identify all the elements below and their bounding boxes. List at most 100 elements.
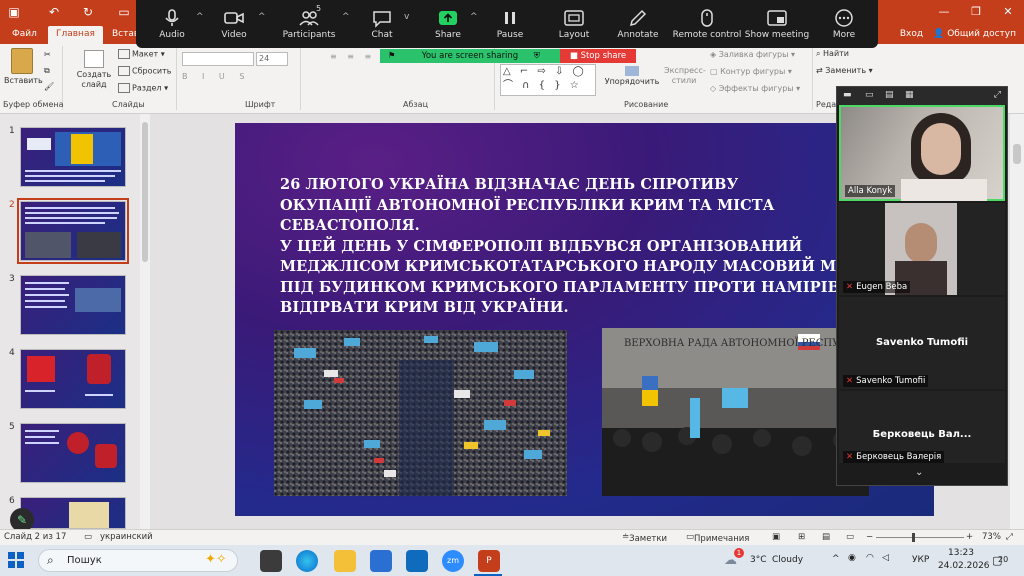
reset-button[interactable]: Сбросить [118,66,171,76]
editor-scrollbar[interactable] [1010,114,1024,529]
font-format-buttons[interactable]: B I U S [182,72,250,81]
pause-button[interactable]: Pause [488,0,532,48]
redo-icon[interactable]: ↻ [80,4,96,20]
slide-thumbnail-6[interactable] [20,497,126,529]
layout-button[interactable]: Макет ▾ [118,49,165,59]
audio-button[interactable]: Audio [150,0,194,48]
replace-button[interactable]: ⇄ Заменить ▾ [816,66,873,75]
new-slide-button[interactable]: Создать слайд [76,50,112,90]
weather-text[interactable]: Cloudy [772,555,803,565]
thumbnails-scrollbar[interactable] [140,114,150,529]
slide-body-text[interactable]: 26 ЛЮТОГО УКРАЇНА ВІДЗНАЧАЄ ДЕНЬ СПРОТИВ… [280,175,900,319]
shapes-gallery[interactable]: △ ⌐ ⇨ ⇩ ◯ ⌒ ∩ { } ☆ [500,64,596,96]
slide-thumbnail-3[interactable] [20,275,126,335]
section-button[interactable]: Раздел ▾ [118,83,168,93]
slide-sorter-icon[interactable]: ⊞ [798,532,805,542]
arrange-button[interactable]: Упорядочить [600,66,664,86]
scroll-thumb[interactable] [142,122,148,262]
participant-tile[interactable]: Savenko Tumofii ✕ Savenko Tumofii [839,297,1005,389]
outlook-icon[interactable] [406,550,428,572]
tab-file[interactable]: Файл [4,26,45,44]
crowd-photo[interactable] [274,330,567,496]
weather-temp[interactable]: 3°C [750,555,767,565]
share-button[interactable]: 👤 Общий доступ [933,29,1016,39]
reading-view-icon[interactable]: ▤ [822,532,830,542]
share-screen-button[interactable]: Share [426,0,470,48]
zoom-slider[interactable] [876,537,964,538]
gallery-view-icon[interactable]: ▦ [905,90,914,100]
show-meeting-button[interactable]: Show meeting [744,0,810,48]
quick-styles-button[interactable]: Экспресс-стили [664,66,706,86]
chevron-up-icon[interactable]: ^ [342,12,350,22]
paste-button[interactable]: Вставить [4,48,43,96]
participant-tile[interactable]: Alla Konyk [839,105,1005,201]
speaker-view-icon[interactable]: ▭ [865,90,874,100]
current-slide[interactable]: 26 ЛЮТОГО УКРАЇНА ВІДЗНАЧАЄ ДЕНЬ СПРОТИВ… [235,123,934,516]
shape-fill-button[interactable]: ◈ Заливка фигуры ▾ [710,50,795,59]
participants-button[interactable]: Participants [278,0,340,48]
notes-button[interactable]: ≐ Заметки [622,532,667,544]
slideshow-icon[interactable]: ▭ [846,532,854,542]
present-icon[interactable]: ▭ [116,4,132,20]
chevron-up-icon[interactable]: ^ [470,12,478,22]
task-view-icon[interactable] [260,550,282,572]
zoom-out-icon[interactable]: − [866,532,873,542]
expand-icon[interactable]: ⤢ [994,90,1001,100]
fit-slide-icon[interactable]: ⤢ [1006,532,1013,542]
parliament-photo[interactable]: ВЕРХОВНА РАДА АВТОНОМНОЇ РЕСПУБЛІКИ КРИМ [602,328,869,496]
clock-date[interactable]: 24.02.2026 [938,561,990,571]
chevron-up-icon[interactable]: ^ [196,12,204,22]
taskbar-search[interactable]: ⌕ Пошук ✦✧ [38,549,238,572]
chevron-down-icon[interactable]: ⌄ [915,467,923,478]
video-button[interactable]: Video [212,0,256,48]
chat-button[interactable]: Chat [360,0,404,48]
comments-button[interactable]: ▭ Примечания [686,532,749,544]
chevron-down-icon[interactable]: v [404,12,409,22]
wifi-icon[interactable]: ◠ [866,553,874,563]
format-painter-icon[interactable]: 🖌 [44,82,54,91]
clock-time[interactable]: 13:23 [948,548,974,558]
tray-app-icon[interactable]: ◉ [848,553,856,563]
undo-icon[interactable]: ↶ [46,4,62,20]
remote-control-button[interactable]: Remote control [672,0,742,48]
participant-tile[interactable]: ✕ Eugen Beba [839,203,1005,295]
font-size-box[interactable]: 24 [256,52,288,66]
shape-effects-button[interactable]: ◇ Эффекты фигуры ▾ [710,84,800,93]
login-link[interactable]: Вход [900,29,923,39]
file-explorer-icon[interactable] [334,550,356,572]
maximize-icon[interactable]: ❐ [960,0,992,24]
participant-tile[interactable]: Берковець Вал... ✕ Берковець Валерія [839,391,1005,463]
edge-icon[interactable] [296,550,318,572]
find-button[interactable]: ⌕ Найти [816,49,849,59]
zoom-app-icon[interactable]: zm [442,550,464,572]
input-language[interactable]: УКР [912,555,929,565]
windows-start-icon[interactable] [8,552,24,568]
zoom-in-icon[interactable]: + [966,532,973,542]
minimize-icon[interactable]: — [928,0,960,24]
normal-view-icon[interactable]: ▣ [772,532,780,542]
save-icon[interactable]: ▣ [6,4,22,20]
slide-thumbnail-2[interactable] [17,198,129,264]
tab-home[interactable]: Главная [48,26,103,44]
slide-thumbnail-5[interactable] [20,423,126,483]
layout-button-zoom[interactable]: Layout [552,0,596,48]
zoom-slider-handle[interactable] [912,533,915,542]
cut-icon[interactable]: ✂ [44,50,51,59]
slide-thumbnail-1[interactable] [20,127,126,187]
font-name-box[interactable] [182,52,254,66]
shape-outline-button[interactable]: ▢ Контур фигуры ▾ [710,67,792,76]
annotate-button[interactable]: Annotate [614,0,662,48]
chevron-up-icon[interactable]: ^ [258,12,266,22]
powerpoint-icon[interactable]: P [478,550,500,572]
copy-icon[interactable]: ⧉ [44,66,50,76]
language-icon[interactable]: ▭ [84,532,92,542]
slide-thumbnail-4[interactable] [20,349,126,409]
zoom-level[interactable]: 73% [982,532,1001,542]
close-icon[interactable]: ✕ [992,0,1024,24]
chevron-up-icon[interactable]: ^ [832,554,840,564]
strip-view-icon[interactable]: ▤ [885,90,894,100]
language-status[interactable]: украинский [100,532,153,542]
scroll-thumb[interactable] [1013,144,1021,164]
stop-share-button[interactable]: ■ Stop share [560,49,636,63]
minimize-icon[interactable]: ▬ [843,90,852,100]
